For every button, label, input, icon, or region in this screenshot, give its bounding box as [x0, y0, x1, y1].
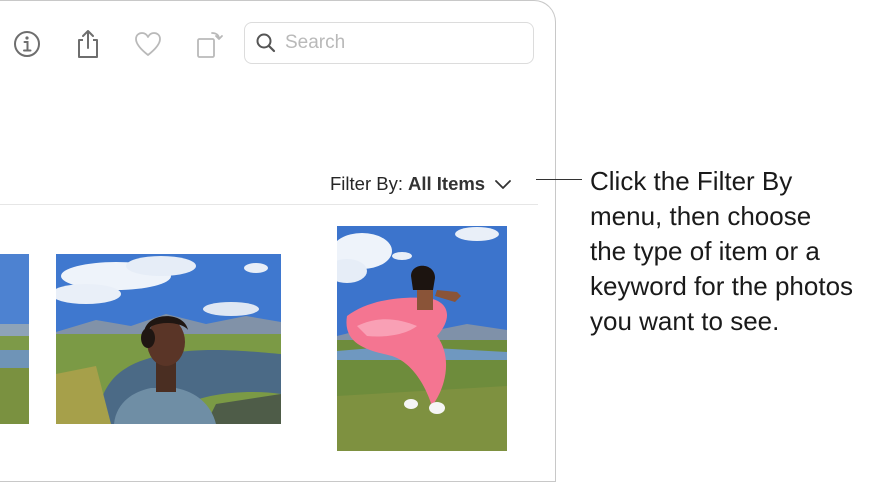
rotate-icon	[197, 32, 223, 58]
share-button[interactable]	[71, 27, 105, 61]
filter-value: All Items	[407, 173, 486, 194]
search-field[interactable]	[244, 22, 534, 64]
heart-icon	[135, 32, 161, 56]
share-icon	[78, 30, 98, 58]
photos-window: Filter By: All Items	[0, 0, 556, 482]
chevron-down-icon	[495, 180, 511, 189]
filter-by-menu[interactable]: Filter By: All Items	[330, 171, 512, 197]
info-button[interactable]	[10, 27, 44, 61]
info-icon	[14, 31, 40, 57]
photo-thumbnail-2[interactable]	[56, 254, 281, 424]
favorite-button[interactable]	[131, 27, 165, 61]
photo-thumbnail-3[interactable]	[337, 226, 507, 451]
callout-text: Click the Filter By menu, then choose th…	[590, 166, 854, 336]
rotate-button[interactable]	[192, 27, 226, 61]
callout-line	[536, 179, 582, 180]
photo-image	[0, 254, 29, 424]
search-icon	[256, 33, 276, 53]
photo-image	[56, 254, 281, 424]
photo-thumbnail-1[interactable]	[0, 254, 29, 424]
divider	[0, 204, 538, 205]
search-input[interactable]	[285, 32, 515, 54]
filter-label: Filter By:	[330, 173, 403, 194]
photo-image	[337, 226, 507, 451]
